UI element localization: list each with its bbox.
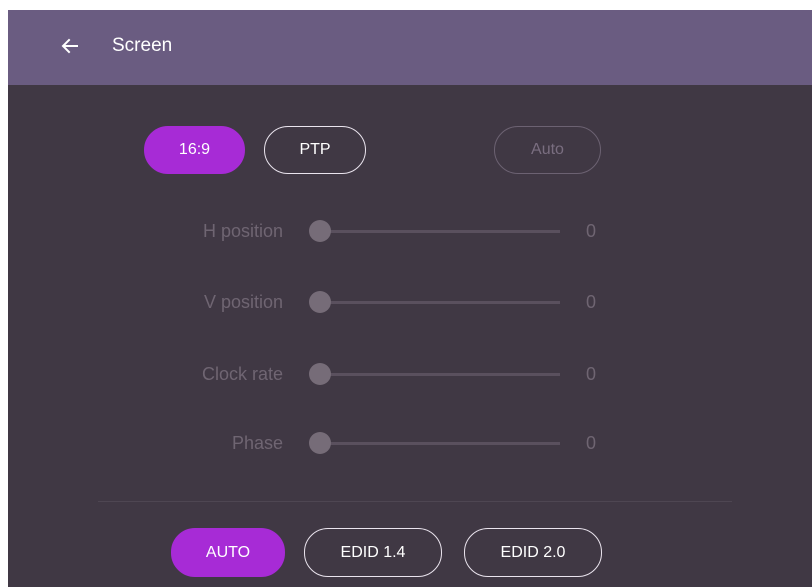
section-divider	[98, 501, 732, 502]
page-title: Screen	[112, 35, 173, 56]
edid-auto-button[interactable]: AUTO	[171, 528, 285, 577]
aspect-16-9-button[interactable]: 16:9	[144, 126, 245, 174]
v-position-slider-track	[322, 301, 560, 304]
h-position-slider-track	[322, 230, 560, 233]
phase-value: 0	[586, 433, 597, 453]
clock-rate-row: Clock rate 0	[8, 359, 812, 389]
phase-slider-thumb	[309, 432, 331, 454]
screen-settings-panel: Screen 16:9 PTP Auto H position 0 V posi…	[8, 10, 812, 587]
edid-1-4-button[interactable]: EDID 1.4	[304, 528, 442, 577]
arrow-left-icon	[61, 38, 78, 54]
h-position-row: H position 0	[8, 216, 812, 246]
h-position-label: H position	[202, 221, 283, 241]
auto-aspect-button: Auto	[494, 126, 601, 174]
v-position-slider-thumb	[309, 291, 331, 313]
phase-slider-track	[322, 442, 560, 445]
v-position-label: V position	[203, 292, 283, 312]
clock-rate-value: 0	[586, 364, 597, 384]
phase-label: Phase	[231, 433, 283, 453]
back-button[interactable]	[58, 34, 82, 58]
clock-rate-slider-track	[322, 373, 560, 376]
clock-rate-label: Clock rate	[201, 364, 283, 384]
v-position-row: V position 0	[8, 287, 812, 317]
h-position-value: 0	[586, 221, 597, 241]
phase-row: Phase 0	[8, 428, 812, 458]
clock-rate-slider-thumb	[309, 363, 331, 385]
ptp-button[interactable]: PTP	[264, 126, 366, 174]
h-position-slider-thumb	[309, 220, 331, 242]
header-bar: Screen	[8, 10, 812, 85]
v-position-value: 0	[586, 292, 597, 312]
edid-2-0-button[interactable]: EDID 2.0	[464, 528, 602, 577]
